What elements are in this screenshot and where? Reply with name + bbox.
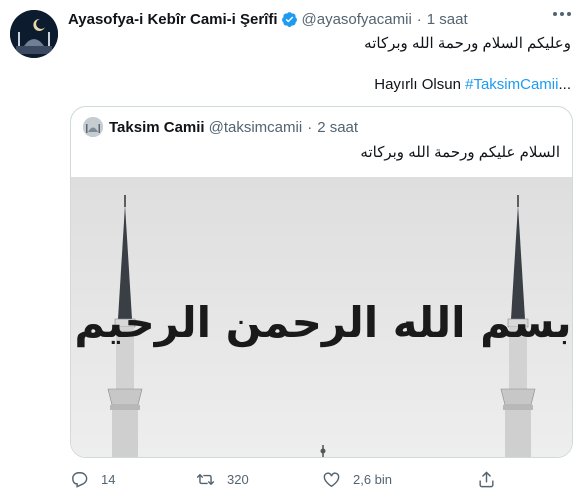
quoted-tweet-header: Taksim Camii @taksimcamii · 2 saat <box>83 117 358 137</box>
hashtag-link[interactable]: #TaksimCamii <box>465 76 558 93</box>
calligraphy-basmala: بسم الله الرحمن الرحيم <box>74 298 571 348</box>
separator-dot: · <box>416 10 422 28</box>
author-name[interactable]: Ayasofya-i Kebîr Cami-i Şerîfi <box>68 11 278 28</box>
avatar-mosque-image <box>10 10 58 58</box>
quoted-author-handle: @taksimcamii <box>208 118 303 136</box>
more-options-icon[interactable] <box>553 12 571 16</box>
avatar[interactable] <box>10 10 58 58</box>
like-count: 2,6 bin <box>353 472 393 487</box>
quoted-tweet[interactable]: Taksim Camii @taksimcamii · 2 saat السلا… <box>70 106 573 458</box>
reply-icon <box>72 472 88 488</box>
verified-badge-icon <box>281 11 297 27</box>
reply-button[interactable]: 14 <box>70 470 115 489</box>
quoted-avatar[interactable] <box>83 117 103 137</box>
retweet-button[interactable]: 320 <box>196 470 249 489</box>
quoted-author-name: Taksim Camii <box>109 118 205 136</box>
tweet-text-turkish: Hayırlı Olsun #TaksimCamii... <box>374 76 571 93</box>
tweet-text-arabic: وعليكم السلام ورحمة الله وبركاته <box>364 35 571 52</box>
share-icon <box>479 471 494 488</box>
quoted-tweet-image[interactable]: بسم الله الرحمن الرحيم <box>71 177 573 458</box>
like-button[interactable]: 2,6 bin <box>322 470 392 489</box>
author-handle[interactable]: @ayasofyacamii <box>302 11 412 28</box>
reply-count: 14 <box>101 472 116 487</box>
tweet-header: Ayasofya-i Kebîr Cami-i Şerîfi @ayasofya… <box>68 8 575 30</box>
retweet-icon <box>196 474 215 485</box>
quoted-timestamp: 2 saat <box>317 118 359 136</box>
quoted-separator-dot: · <box>307 118 313 136</box>
quoted-avatar-image <box>83 117 103 137</box>
tweet-text-turkish-content: Hayırlı Olsun <box>374 76 461 93</box>
tweet-text-trailing: ... <box>558 76 571 93</box>
retweet-count: 320 <box>227 472 249 487</box>
timestamp[interactable]: 1 saat <box>427 11 468 28</box>
quoted-tweet-text: السلام عليكم ورحمة الله وبركاته <box>360 144 560 161</box>
share-button[interactable] <box>477 470 508 489</box>
tweet: Ayasofya-i Kebîr Cami-i Şerîfi @ayasofya… <box>0 0 585 504</box>
like-icon <box>323 472 340 488</box>
action-bar: 14 320 2,6 bin <box>70 470 570 494</box>
